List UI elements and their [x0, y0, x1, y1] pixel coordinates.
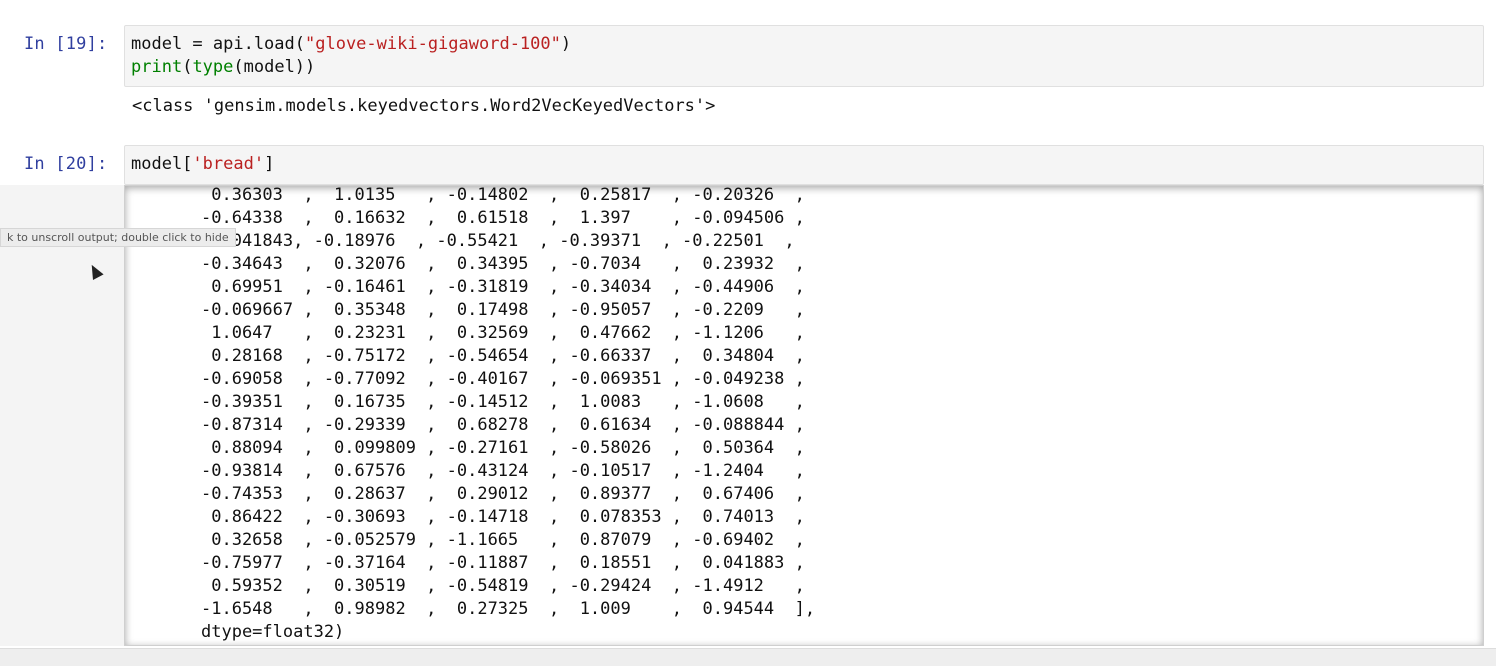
cell-prompt: In [19]:: [24, 34, 108, 54]
code-text: model[: [131, 154, 193, 174]
string-literal: 'bread': [192, 154, 265, 174]
vector-row: -0.64338 , 0.16632 , 0.61518 , 1.397 , -…: [201, 208, 805, 228]
vector-row: -1.6548 , 0.98982 , 0.27325 , 1.009 , 0.…: [201, 599, 816, 619]
code-input[interactable]: model['bread']: [124, 145, 1484, 185]
vector-row: -0.93814 , 0.67576 , -0.43124 , -0.10517…: [201, 461, 805, 481]
vector-row: -0.87314 , -0.29339 , 0.68278 , 0.61634 …: [201, 415, 805, 435]
scrolled-output-area[interactable]: 0.36303 , 1.0135 , -0.14802 , 0.25817 , …: [124, 185, 1484, 646]
code-text: model = api.load(: [131, 34, 305, 54]
notebook-page: In [19]: model = api.load("glove-wiki-gi…: [0, 0, 1496, 666]
builtin-type: type: [192, 57, 234, 77]
vector-row: 0.69951 , -0.16461 , -0.31819 , -0.34034…: [201, 277, 805, 297]
vector-row: -0.69058 , -0.77092 , -0.40167 , -0.0693…: [201, 369, 805, 389]
code-text: ]: [264, 154, 275, 174]
vector-row: 0.86422 , -0.30693 , -0.14718 , 0.078353…: [201, 507, 805, 527]
vector-row: -0.75977 , -0.37164 , -0.11887 , 0.18551…: [201, 553, 805, 573]
cell-output: <class 'gensim.models.keyedvectors.Word2…: [132, 96, 716, 116]
vector-row: 1.0647 , 0.23231 , 0.32569 , 0.47662 , -…: [201, 323, 805, 343]
builtin-print: print: [131, 57, 183, 77]
string-literal: "glove-wiki-gigaword-100": [305, 34, 561, 54]
vector-row: -0.041843, -0.18976 , -0.55421 , -0.3937…: [201, 231, 795, 251]
vector-row: 0.59352 , 0.30519 , -0.54819 , -0.29424 …: [201, 576, 805, 596]
bottom-scrollbar[interactable]: [0, 648, 1496, 666]
vector-row: 0.36303 , 1.0135 , -0.14802 , 0.25817 , …: [201, 185, 805, 205]
vector-row: 0.88094 , 0.099809 , -0.27161 , -0.58026…: [201, 438, 805, 458]
code-text: ): [560, 34, 572, 54]
vector-row: 0.32658 , -0.052579 , -1.1665 , 0.87079 …: [201, 530, 805, 550]
vector-row: 0.28168 , -0.75172 , -0.54654 , -0.66337…: [201, 346, 805, 366]
code-text: (: [182, 57, 193, 77]
output-prompt-area[interactable]: [0, 185, 124, 646]
vector-row: -0.34643 , 0.32076 , 0.34395 , -0.7034 ,…: [201, 254, 805, 274]
vector-row: -0.069667 , 0.35348 , 0.17498 , -0.95057…: [201, 300, 805, 320]
code-text: (model)): [233, 57, 316, 77]
dtype-line: dtype=float32): [201, 622, 345, 642]
unscroll-tooltip: k to unscroll output; double click to hi…: [0, 228, 236, 247]
code-input[interactable]: model = api.load("glove-wiki-gigaword-10…: [124, 25, 1484, 87]
vector-row: -0.74353 , 0.28637 , 0.29012 , 0.89377 ,…: [201, 484, 805, 504]
vector-row: -0.39351 , 0.16735 , -0.14512 , 1.0083 ,…: [201, 392, 805, 412]
cell-prompt: In [20]:: [24, 154, 108, 174]
